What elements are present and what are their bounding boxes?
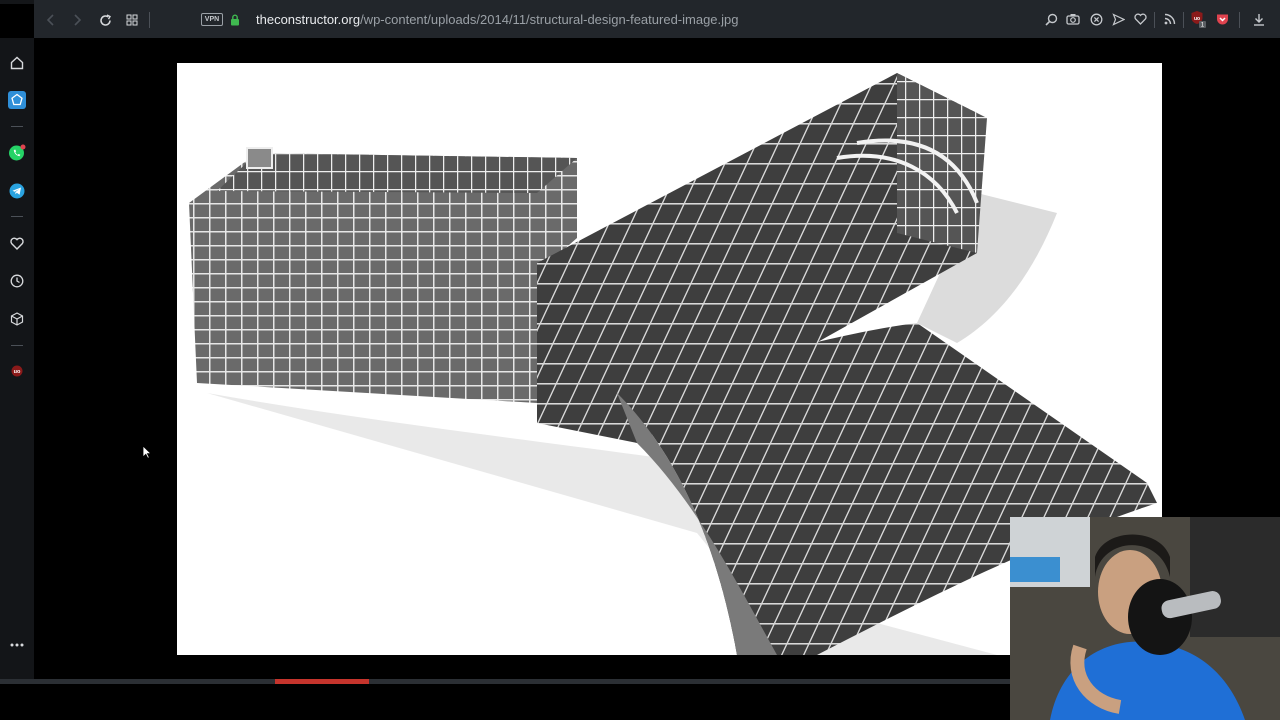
lock-icon[interactable] — [230, 13, 240, 26]
whatsapp-icon[interactable] — [7, 143, 27, 163]
browser-sidebar: uo — [0, 38, 34, 680]
telegram-icon[interactable] — [7, 181, 27, 201]
forward-icon[interactable] — [68, 11, 86, 29]
url-host: theconstructor.org — [256, 12, 361, 27]
sidebar-divider — [11, 216, 23, 217]
sidebar-divider — [11, 126, 23, 127]
svg-text:uo: uo — [1194, 16, 1200, 22]
extensions-icon[interactable] — [7, 309, 27, 329]
vpn-badge[interactable]: VPN — [201, 13, 223, 26]
more-icon[interactable] — [7, 635, 27, 655]
pocket-icon[interactable] — [1214, 11, 1230, 27]
toolbar-divider — [1154, 12, 1155, 28]
browser-toolbar: VPN theconstructor.org/wp-content/upload… — [34, 0, 1280, 38]
webcam-overlay — [1010, 517, 1280, 720]
download-icon[interactable] — [1251, 11, 1267, 27]
tabs-grid-icon[interactable] — [123, 11, 141, 29]
spaces-icon[interactable] — [7, 90, 27, 110]
ublock-icon[interactable]: uo 1 — [1190, 11, 1206, 28]
search-zoom-icon[interactable] — [1043, 11, 1059, 27]
address-bar[interactable]: theconstructor.org/wp-content/uploads/20… — [256, 12, 739, 27]
camera-icon[interactable] — [1065, 11, 1081, 27]
close-circle-icon[interactable] — [1088, 11, 1104, 27]
rss-icon[interactable] — [1162, 11, 1178, 27]
favorites-icon[interactable] — [7, 233, 27, 253]
mouse-cursor-icon — [142, 445, 152, 464]
toolbar-divider — [1183, 12, 1184, 28]
toolbar-divider — [149, 12, 150, 28]
send-icon[interactable] — [1110, 11, 1126, 27]
history-icon[interactable] — [7, 271, 27, 291]
sidebar-divider — [11, 345, 23, 346]
svg-text:uo: uo — [14, 369, 21, 375]
home-icon[interactable] — [7, 53, 27, 73]
heart-icon[interactable] — [1132, 11, 1148, 27]
ublock-icon[interactable]: uo — [7, 361, 27, 381]
back-icon[interactable] — [42, 11, 60, 29]
reload-icon[interactable] — [96, 11, 114, 29]
webcam-feed — [1010, 517, 1280, 720]
url-path: /wp-content/uploads/2014/11/structural-d… — [360, 12, 739, 27]
toolbar-divider — [1239, 12, 1240, 28]
